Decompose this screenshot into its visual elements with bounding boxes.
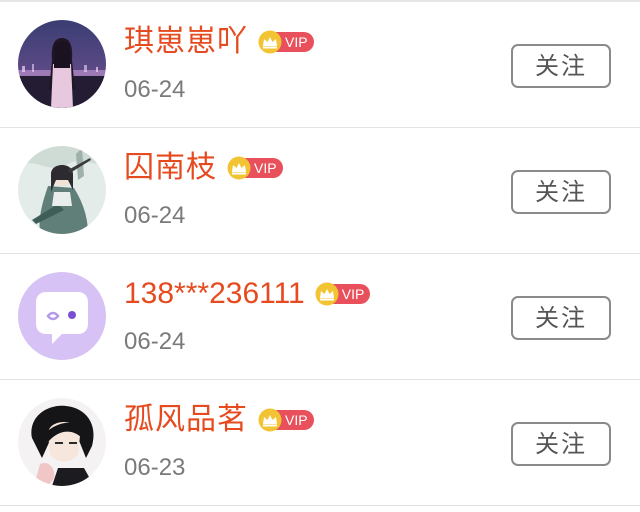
list-item[interactable]: 囚南枝 VIP 06-24 关注 <box>0 128 640 254</box>
list-item[interactable]: 孤风品茗 VIP 06-23 关注 <box>0 380 640 506</box>
crown-icon <box>227 156 251 180</box>
follow-button[interactable]: 关注 <box>511 44 611 88</box>
avatar[interactable] <box>18 20 106 108</box>
follow-button[interactable]: 关注 <box>511 422 611 466</box>
avatar[interactable] <box>18 146 106 234</box>
name-line: 孤风品茗 VIP <box>124 398 314 442</box>
ink-swordsman-avatar-icon <box>18 146 106 234</box>
name-line: 138***236111 VIP <box>124 272 371 316</box>
crown-icon <box>258 30 282 54</box>
user-name[interactable]: 138***236111 <box>124 272 305 316</box>
follow-date: 06-23 <box>124 454 186 481</box>
chat-bubble-avatar-icon <box>18 272 106 360</box>
user-name[interactable]: 囚南枝 <box>124 146 217 190</box>
follow-date: 06-24 <box>124 202 186 229</box>
crown-icon <box>315 282 339 306</box>
name-line: 囚南枝 VIP <box>124 146 283 190</box>
crown-icon <box>258 408 282 432</box>
follow-button[interactable]: 关注 <box>511 170 611 214</box>
night-city-girl-avatar-icon <box>18 20 106 108</box>
name-line: 琪崽崽吖 VIP <box>124 20 314 64</box>
follow-button[interactable]: 关注 <box>511 296 611 340</box>
anime-boy-avatar-icon <box>18 398 106 486</box>
vip-badge: VIP <box>315 282 371 306</box>
avatar[interactable] <box>18 398 106 486</box>
user-name[interactable]: 琪崽崽吖 <box>124 20 248 64</box>
vip-badge: VIP <box>258 30 314 54</box>
list-item[interactable]: 琪崽崽吖 VIP 06-24 关注 <box>0 2 640 128</box>
follow-date: 06-24 <box>124 76 186 103</box>
vip-badge: VIP <box>227 156 283 180</box>
follow-date: 06-24 <box>124 328 186 355</box>
list-item[interactable]: 138***236111 VIP 06-24 关注 <box>0 254 640 380</box>
user-name[interactable]: 孤风品茗 <box>124 398 248 442</box>
avatar[interactable] <box>18 272 106 360</box>
vip-badge: VIP <box>258 408 314 432</box>
follower-list: 琪崽崽吖 VIP 06-24 关注 囚南枝 VIP 06-24 关注 138**… <box>0 0 640 512</box>
